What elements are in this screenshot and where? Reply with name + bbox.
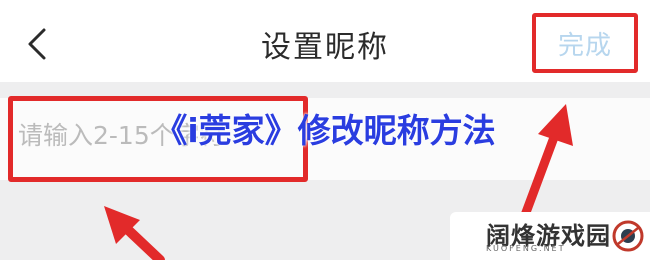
nav-header: 设置昵称 完成 bbox=[0, 0, 650, 82]
watermark: 阔烽游戏园 KUOFENG.NET bbox=[450, 212, 650, 260]
watermark-domain: KUOFENG.NET bbox=[486, 244, 566, 253]
watermark-logo-icon bbox=[612, 220, 644, 252]
done-button[interactable]: 完成 bbox=[536, 17, 634, 69]
overlay-caption: 《i莞家》修改昵称方法 bbox=[154, 111, 496, 150]
done-highlight-box: 完成 bbox=[532, 13, 638, 73]
